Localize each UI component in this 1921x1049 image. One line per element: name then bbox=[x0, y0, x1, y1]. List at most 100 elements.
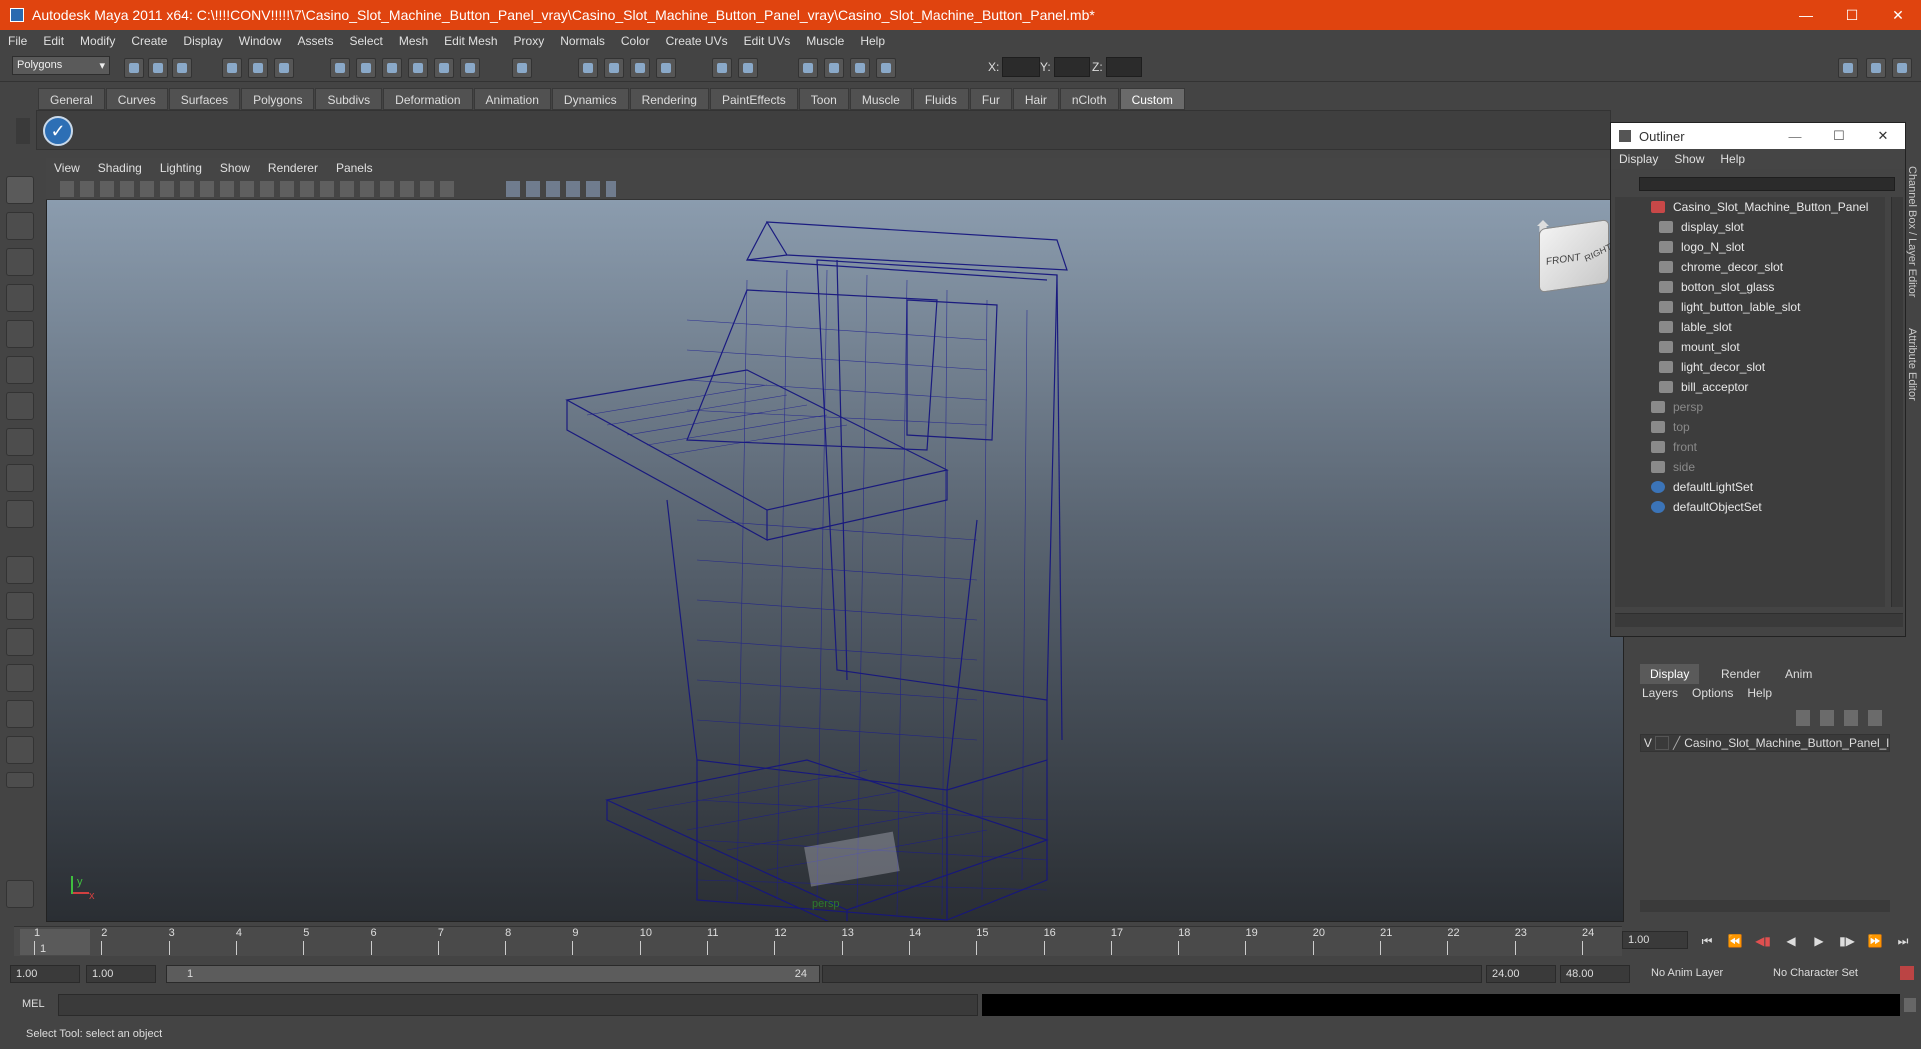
playback-start-field[interactable]: 1.00 bbox=[86, 965, 156, 983]
outliner-item[interactable]: front bbox=[1615, 437, 1885, 457]
outliner-item[interactable]: defaultObjectSet bbox=[1615, 497, 1885, 517]
anim-layer-dropdown[interactable]: No Anim Layer bbox=[1646, 965, 1756, 983]
outliner-horizontal-scrollbar[interactable] bbox=[1615, 613, 1903, 627]
shelf-tab-rendering[interactable]: Rendering bbox=[629, 88, 709, 110]
menu-file[interactable]: File bbox=[8, 34, 27, 48]
layer-visibility-toggle[interactable]: V bbox=[1641, 736, 1655, 750]
command-input[interactable] bbox=[58, 994, 978, 1016]
select-hierarchy-icon[interactable] bbox=[222, 58, 242, 78]
menu-normals[interactable]: Normals bbox=[560, 34, 605, 48]
shelf-tab-painteffects[interactable]: PaintEffects bbox=[709, 88, 798, 110]
hypershade-icon[interactable] bbox=[712, 58, 732, 78]
go-to-end-icon[interactable]: ⏭ bbox=[1892, 934, 1914, 952]
snap-point-icon[interactable] bbox=[382, 58, 402, 78]
character-set-dropdown[interactable]: No Character Set bbox=[1768, 965, 1878, 983]
tool-settings-icon[interactable] bbox=[850, 58, 870, 78]
shelf-tab-animation[interactable]: Animation bbox=[473, 88, 551, 110]
current-time-field[interactable]: 1.00 bbox=[1622, 931, 1688, 949]
command-language-label[interactable]: MEL bbox=[22, 998, 45, 1010]
go-to-start-icon[interactable]: ⏮ bbox=[1696, 934, 1718, 952]
shading-mode-icons[interactable] bbox=[506, 181, 616, 197]
shelf-tab-muscle[interactable]: Muscle bbox=[849, 88, 912, 110]
layer-tab-anim[interactable]: Anim bbox=[1775, 664, 1822, 684]
menu-color[interactable]: Color bbox=[621, 34, 650, 48]
channel-box-side-tab[interactable]: Channel Box / Layer Editor bbox=[1906, 166, 1918, 297]
scale-tool-icon[interactable] bbox=[6, 356, 34, 384]
range-slider[interactable]: 1 24 bbox=[166, 965, 820, 983]
start-time-field[interactable]: 1.00 bbox=[10, 965, 80, 983]
menu-muscle[interactable]: Muscle bbox=[806, 34, 844, 48]
play-backward-icon[interactable]: ◀ bbox=[1780, 934, 1802, 952]
outliner-item[interactable]: Casino_Slot_Machine_Button_Panel bbox=[1615, 197, 1885, 217]
history-icon[interactable] bbox=[460, 58, 480, 78]
shelf-options-icon[interactable] bbox=[16, 118, 30, 144]
open-scene-icon[interactable] bbox=[148, 58, 168, 78]
panel-menu-show[interactable]: Show bbox=[220, 161, 250, 175]
attribute-editor-side-tab[interactable]: Attribute Editor bbox=[1906, 328, 1918, 401]
shelf-tab-fluids[interactable]: Fluids bbox=[912, 88, 969, 110]
menu-display[interactable]: Display bbox=[183, 34, 222, 48]
outliner-item[interactable]: lable_slot bbox=[1615, 317, 1885, 337]
select-object-icon[interactable] bbox=[248, 58, 268, 78]
menu-select[interactable]: Select bbox=[349, 34, 382, 48]
step-forward-key-icon[interactable]: ⏩ bbox=[1864, 934, 1886, 952]
layer-editor-icon[interactable] bbox=[1892, 58, 1912, 78]
layer-type-toggle[interactable] bbox=[1654, 736, 1669, 750]
layout-options-icon[interactable] bbox=[6, 772, 34, 788]
outliner-menu-help[interactable]: Help bbox=[1720, 152, 1745, 166]
four-pane-layout-icon[interactable] bbox=[6, 592, 34, 620]
menu-edit-uvs[interactable]: Edit UVs bbox=[744, 34, 791, 48]
outliner-item[interactable]: side bbox=[1615, 457, 1885, 477]
outliner-filter-input[interactable] bbox=[1639, 177, 1895, 191]
shelf-tab-polygons[interactable]: Polygons bbox=[241, 88, 315, 110]
menu-help[interactable]: Help bbox=[860, 34, 885, 48]
layer-row[interactable]: V ╱ Casino_Slot_Machine_Button_Panel_l bbox=[1640, 734, 1890, 752]
x-field[interactable] bbox=[1002, 57, 1040, 77]
menu-modify[interactable]: Modify bbox=[80, 34, 115, 48]
tool-settings-icon[interactable] bbox=[6, 880, 34, 908]
layer-tab-display[interactable]: Display bbox=[1640, 664, 1700, 684]
last-tool-icon[interactable] bbox=[6, 464, 34, 492]
show-ui-icon[interactable] bbox=[798, 58, 818, 78]
layer-menu-help[interactable]: Help bbox=[1747, 686, 1772, 704]
minimize-button[interactable]: — bbox=[1783, 0, 1829, 30]
empty-tool-slot[interactable] bbox=[6, 500, 34, 528]
maximize-button[interactable]: ☐ bbox=[1829, 0, 1875, 30]
lasso-tool-icon[interactable] bbox=[6, 212, 34, 240]
step-forward-frame-icon[interactable]: ▮▶ bbox=[1836, 934, 1858, 952]
layer-menu-layers[interactable]: Layers bbox=[1642, 686, 1678, 704]
panel-menu-panels[interactable]: Panels bbox=[336, 161, 373, 175]
outliner-item[interactable]: defaultLightSet bbox=[1615, 477, 1885, 497]
outliner-minimize-button[interactable]: — bbox=[1773, 129, 1817, 144]
shelf-tab-deformation[interactable]: Deformation bbox=[383, 88, 473, 110]
layer-create-icons[interactable] bbox=[1796, 710, 1886, 726]
render-settings-icon[interactable] bbox=[656, 58, 676, 78]
select-component-icon[interactable] bbox=[274, 58, 294, 78]
move-tool-icon[interactable] bbox=[6, 284, 34, 312]
render-frame-icon[interactable] bbox=[604, 58, 624, 78]
close-button[interactable]: ✕ bbox=[1875, 0, 1921, 30]
menu-create-uvs[interactable]: Create UVs bbox=[666, 34, 728, 48]
y-field[interactable] bbox=[1054, 57, 1090, 77]
z-field[interactable] bbox=[1106, 57, 1142, 77]
menu-edit[interactable]: Edit bbox=[43, 34, 64, 48]
snap-grid-icon[interactable] bbox=[330, 58, 350, 78]
ipr-render-icon[interactable] bbox=[630, 58, 650, 78]
outliner-maximize-button[interactable]: ☐ bbox=[1817, 128, 1861, 144]
outliner-item[interactable]: logo_N_slot bbox=[1615, 237, 1885, 257]
shelf-tab-custom[interactable]: Custom bbox=[1119, 88, 1185, 110]
play-forward-icon[interactable]: ▶ bbox=[1808, 934, 1830, 952]
end-time-field[interactable]: 48.00 bbox=[1560, 965, 1630, 983]
select-tool-icon[interactable] bbox=[6, 176, 34, 204]
panel-menu-shading[interactable]: Shading bbox=[98, 161, 142, 175]
menu-edit-mesh[interactable]: Edit Mesh bbox=[444, 34, 497, 48]
new-scene-icon[interactable] bbox=[124, 58, 144, 78]
time-slider[interactable]: 1 1 2 3 4 5 6 7 8 9 10 11 12 13 14 15 16 17 18 19 20 21 22 23 2… bbox=[14, 926, 1622, 956]
outliner-menu-display[interactable]: Display bbox=[1619, 152, 1658, 166]
panel-menu-renderer[interactable]: Renderer bbox=[268, 161, 318, 175]
step-back-frame-icon[interactable]: ◀▮ bbox=[1752, 934, 1774, 952]
panel-menu-view[interactable]: View bbox=[54, 161, 80, 175]
step-back-key-icon[interactable]: ⏪ bbox=[1724, 934, 1746, 952]
shelf-tab-subdivs[interactable]: Subdivs bbox=[315, 88, 383, 110]
lock-icon[interactable] bbox=[512, 58, 532, 78]
